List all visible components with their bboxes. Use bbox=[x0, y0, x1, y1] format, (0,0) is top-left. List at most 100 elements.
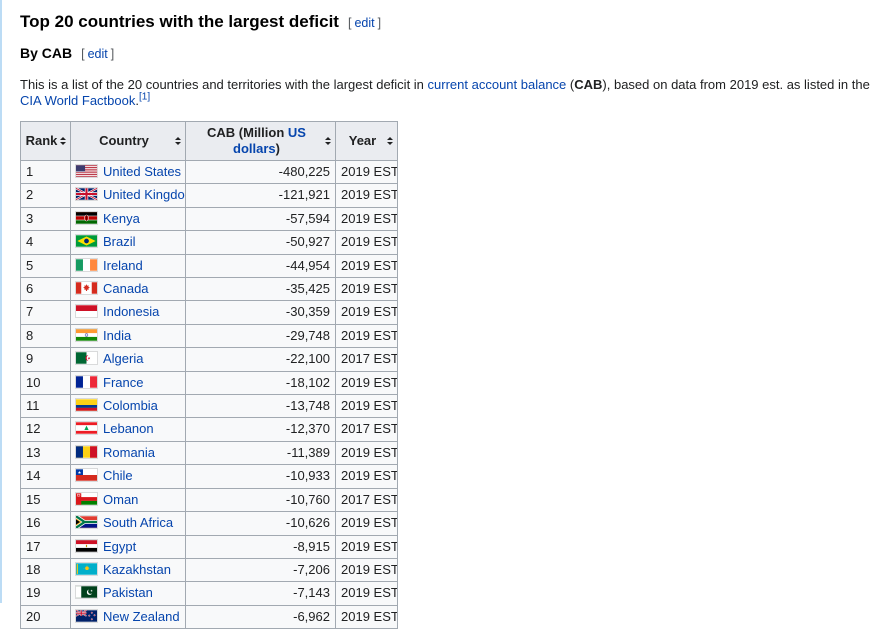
subsection-edit-link[interactable]: edit bbox=[88, 47, 108, 61]
year-cell: 2019 EST. bbox=[336, 535, 398, 558]
header-cab[interactable]: CAB (Million US dollars) bbox=[186, 122, 336, 161]
country-link[interactable]: South Africa bbox=[103, 515, 173, 530]
country-link[interactable]: New Zealand bbox=[103, 609, 180, 624]
country-link[interactable]: Canada bbox=[103, 281, 149, 296]
country-link[interactable]: Egypt bbox=[103, 539, 136, 554]
country-link[interactable]: France bbox=[103, 375, 143, 390]
year-cell: 2017 EST. bbox=[336, 348, 398, 371]
cab-cell: -10,760 bbox=[186, 488, 336, 511]
cab-cell: -8,915 bbox=[186, 535, 336, 558]
table-header-row: Rank Country CAB (Million US dollars) Ye… bbox=[21, 122, 398, 161]
country-cell: New Zealand bbox=[71, 605, 186, 628]
rank-cell: 6 bbox=[21, 278, 71, 301]
header-cab-pre: CAB (Million bbox=[207, 125, 288, 140]
header-country-label: Country bbox=[75, 133, 173, 149]
year-cell: 2019 EST. bbox=[336, 582, 398, 605]
header-cab-post: ) bbox=[276, 141, 280, 156]
year-cell: 2019 EST. bbox=[336, 371, 398, 394]
header-year[interactable]: Year bbox=[336, 122, 398, 161]
year-cell: 2019 EST. bbox=[336, 301, 398, 324]
country-link[interactable]: Brazil bbox=[103, 234, 136, 249]
country-cell: South Africa bbox=[71, 512, 186, 535]
header-rank-label: Rank bbox=[25, 133, 58, 149]
table-row: 17Egypt-8,9152019 EST. bbox=[21, 535, 398, 558]
country-link[interactable]: United States bbox=[103, 164, 181, 179]
year-cell: 2019 EST. bbox=[336, 207, 398, 230]
table-row: 9 Algeria -22,1002017 EST. bbox=[21, 348, 398, 371]
edit-close-bracket: ] bbox=[378, 16, 381, 30]
table-row: 16South Africa-10,6262019 EST. bbox=[21, 512, 398, 535]
intro-paragraph: This is a list of the 20 countries and t… bbox=[20, 77, 871, 109]
sort-both-icon bbox=[325, 137, 331, 145]
flag-eg-icon bbox=[76, 540, 97, 552]
table-row: 19Pakistan-7,1432019 EST. bbox=[21, 582, 398, 605]
sort-both-icon bbox=[387, 137, 393, 145]
country-cell: Oman bbox=[71, 488, 186, 511]
country-cell: Chile bbox=[71, 465, 186, 488]
current-account-balance-link[interactable]: current account balance bbox=[428, 77, 567, 92]
country-link[interactable]: Ireland bbox=[103, 258, 143, 273]
country-cell: Kazakhstan bbox=[71, 558, 186, 581]
country-link[interactable]: Chile bbox=[103, 468, 133, 483]
country-cell: Algeria bbox=[71, 348, 186, 371]
intro-text: ), based on data from 2019 est. as liste… bbox=[602, 77, 869, 92]
header-country[interactable]: Country bbox=[71, 122, 186, 161]
cab-cell: -22,100 bbox=[186, 348, 336, 371]
flag-cl-icon bbox=[76, 469, 97, 481]
country-cell: Indonesia bbox=[71, 301, 186, 324]
country-cell: United Kingdom bbox=[71, 184, 186, 207]
rank-cell: 20 bbox=[21, 605, 71, 628]
reference-1-link[interactable]: [1] bbox=[139, 92, 150, 103]
table-row: 13Romania-11,3892019 EST. bbox=[21, 441, 398, 464]
rank-cell: 4 bbox=[21, 231, 71, 254]
year-cell: 2019 EST. bbox=[336, 395, 398, 418]
country-cell: Pakistan bbox=[71, 582, 186, 605]
intro-text: This is a list of the 20 countries and t… bbox=[20, 77, 428, 92]
year-cell: 2019 EST. bbox=[336, 184, 398, 207]
country-link[interactable]: Kazakhstan bbox=[103, 562, 171, 577]
flag-za-icon bbox=[76, 516, 97, 528]
country-cell: Egypt bbox=[71, 535, 186, 558]
header-rank[interactable]: Rank bbox=[21, 122, 71, 161]
country-cell: Brazil bbox=[71, 231, 186, 254]
rank-cell: 9 bbox=[21, 348, 71, 371]
country-link[interactable]: United Kingdom bbox=[103, 187, 186, 202]
table-row: 1United States-480,2252019 EST. bbox=[21, 161, 398, 184]
edit-open-bracket: [ bbox=[348, 16, 351, 30]
flag-pk-icon bbox=[76, 586, 97, 598]
year-cell: 2019 EST. bbox=[336, 441, 398, 464]
cab-cell: -121,921 bbox=[186, 184, 336, 207]
header-year-label: Year bbox=[340, 133, 385, 149]
table-row: 7Indonesia-30,3592019 EST. bbox=[21, 301, 398, 324]
deficit-table-body: 1United States-480,2252019 EST.2United K… bbox=[21, 161, 398, 629]
country-link[interactable]: Oman bbox=[103, 492, 138, 507]
cab-cell: -7,206 bbox=[186, 558, 336, 581]
country-link[interactable]: Romania bbox=[103, 445, 155, 460]
cia-world-factbook-link[interactable]: CIA World Factbook bbox=[20, 93, 135, 108]
country-cell: Kenya bbox=[71, 207, 186, 230]
cab-cell: -480,225 bbox=[186, 161, 336, 184]
rank-cell: 19 bbox=[21, 582, 71, 605]
cab-cell: -44,954 bbox=[186, 254, 336, 277]
country-link[interactable]: Indonesia bbox=[103, 304, 159, 319]
country-link[interactable]: Algeria bbox=[103, 351, 143, 366]
section-heading: Top 20 countries with the largest defici… bbox=[20, 12, 871, 33]
country-link[interactable]: Lebanon bbox=[103, 421, 154, 436]
cab-cell: -12,370 bbox=[186, 418, 336, 441]
year-cell: 2019 EST. bbox=[336, 254, 398, 277]
cab-cell: -29,748 bbox=[186, 324, 336, 347]
country-link[interactable]: Pakistan bbox=[103, 585, 153, 600]
section-edit-link[interactable]: edit bbox=[354, 16, 374, 30]
flag-ie-icon bbox=[76, 259, 97, 271]
country-link[interactable]: Kenya bbox=[103, 211, 140, 226]
table-row: 15Oman-10,7602017 EST. bbox=[21, 488, 398, 511]
cab-cell: -50,927 bbox=[186, 231, 336, 254]
table-row: 18Kazakhstan-7,2062019 EST. bbox=[21, 558, 398, 581]
cab-cell: -6,962 bbox=[186, 605, 336, 628]
country-link[interactable]: Colombia bbox=[103, 398, 158, 413]
rank-cell: 16 bbox=[21, 512, 71, 535]
table-row: 5Ireland-44,9542019 EST. bbox=[21, 254, 398, 277]
year-cell: 2019 EST. bbox=[336, 278, 398, 301]
country-link[interactable]: India bbox=[103, 328, 131, 343]
rank-cell: 10 bbox=[21, 371, 71, 394]
